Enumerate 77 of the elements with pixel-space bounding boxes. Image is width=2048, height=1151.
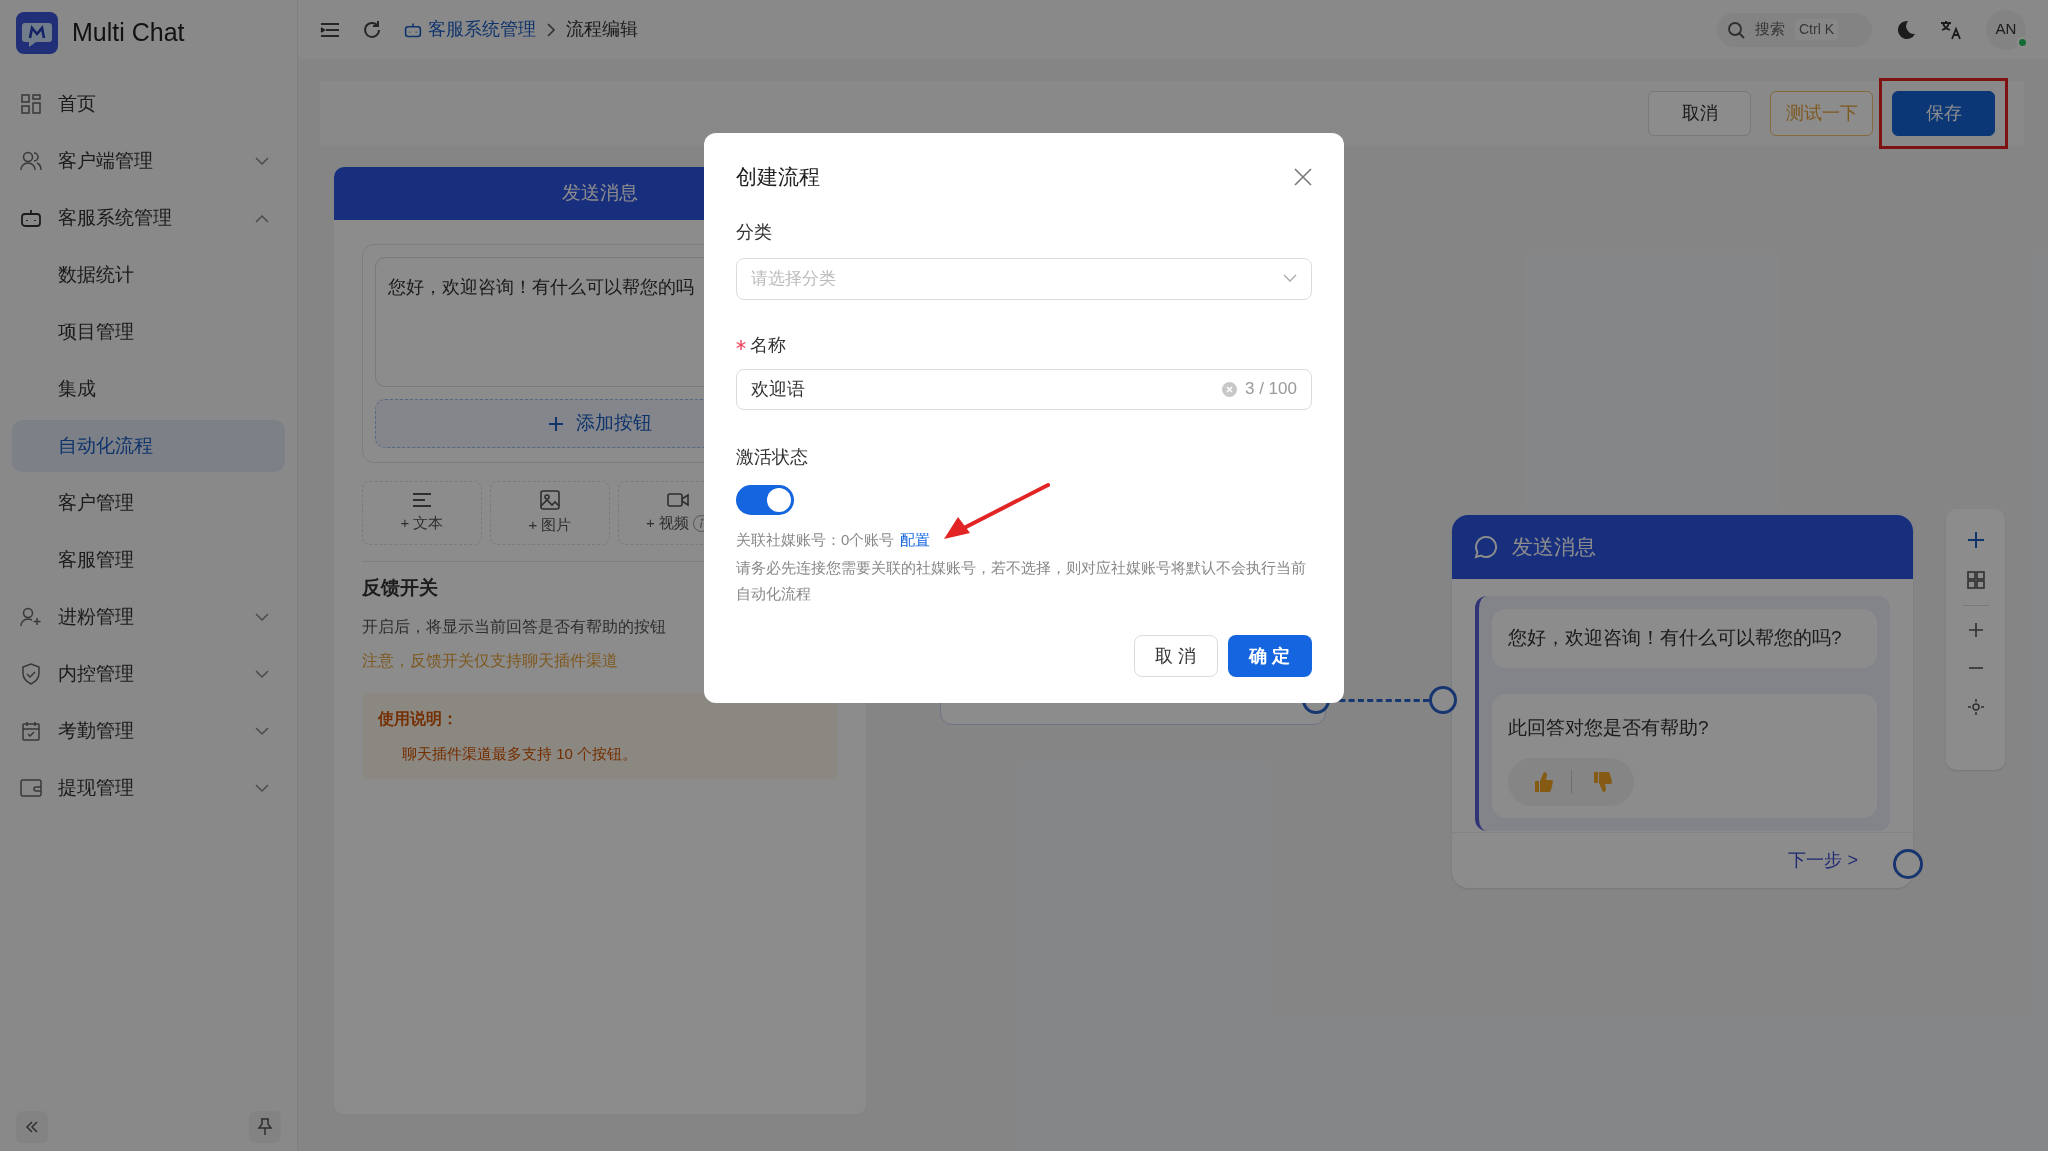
grid-icon[interactable] — [1966, 571, 1985, 589]
search-field[interactable]: 搜索 Ctrl K — [1717, 12, 1872, 47]
refresh-icon[interactable] — [362, 19, 382, 40]
char-count: 3 / 100 — [1245, 378, 1297, 401]
connector-handle[interactable] — [1893, 849, 1923, 879]
locate-icon[interactable] — [1966, 698, 1985, 716]
grid-icon — [21, 94, 41, 114]
user-plus-icon — [20, 607, 42, 627]
chevron-down-icon — [1283, 274, 1297, 283]
toggle-switch[interactable] — [736, 484, 794, 515]
sidebar-item[interactable]: 提现管理 — [12, 762, 285, 814]
sidebar-subitem[interactable]: 集成 — [12, 363, 285, 415]
moon-icon[interactable] — [1896, 19, 1916, 40]
image-icon — [540, 489, 560, 510]
connector-handle[interactable] — [1429, 686, 1457, 714]
collapse-button[interactable] — [16, 1111, 48, 1143]
note-text: 聊天插件渠道最多支持 10 个按钮。 — [401, 743, 639, 764]
sidebar-item[interactable]: 客服系统管理 — [12, 192, 285, 244]
cancel-button[interactable]: 取消 — [1648, 91, 1751, 136]
sidebar-subitem[interactable]: 客服管理 — [12, 534, 285, 586]
close-icon[interactable] — [1294, 167, 1312, 186]
config-link[interactable]: 配置 — [900, 528, 931, 551]
field-label: 激活状态 — [736, 445, 809, 469]
media-button[interactable]: + 文本 — [362, 481, 482, 545]
pin-icon — [257, 1118, 273, 1136]
video-camera-icon — [667, 491, 689, 508]
node-title: 发送消息 — [1512, 534, 1596, 561]
sidebar-item[interactable]: 进粉管理 — [12, 591, 285, 643]
dialog-title: 创建流程 — [736, 164, 820, 190]
message-bubble: 您好，欢迎咨询！有什么可以帮您的吗? — [1492, 609, 1877, 668]
field-label: 分类 — [736, 220, 773, 244]
breadcrumb-item[interactable]: 客服系统管理 — [404, 16, 536, 43]
sidebar-subitem[interactable]: 项目管理 — [12, 306, 285, 358]
shield-icon — [21, 663, 41, 685]
sidebar-subitem[interactable]: 数据统计 — [12, 249, 285, 301]
confirm-button[interactable]: 确 定 — [1228, 635, 1312, 677]
user-avatar[interactable]: AN — [1986, 9, 2026, 50]
pin-button[interactable] — [249, 1111, 281, 1143]
required-icon — [736, 340, 746, 350]
users-icon — [20, 151, 42, 171]
robot-icon — [404, 20, 422, 39]
sidebar-item[interactable]: 首页 — [12, 78, 285, 130]
add-node-icon[interactable] — [1966, 531, 1985, 549]
search-icon — [1727, 20, 1745, 39]
cancel-button[interactable]: 取 消 — [1134, 635, 1218, 677]
lines-icon — [412, 491, 432, 508]
description-text: 开启后，将显示当前回答是否有帮助的按钮 — [362, 616, 666, 637]
double-chevron-icon — [24, 1119, 40, 1135]
note-title: 使用说明： — [378, 708, 459, 729]
plus-icon — [548, 415, 564, 432]
shortcut-key: Ctrl K — [1795, 19, 1838, 40]
question-text: 此回答对您是否有帮助? — [1508, 715, 1710, 740]
chevron-right-icon — [546, 22, 556, 37]
app-name: Multi Chat — [72, 17, 185, 49]
sidebar-item[interactable]: 内控管理 — [12, 648, 285, 700]
field-label: 名称 — [750, 333, 786, 357]
breadcrumb-item: 流程编辑 — [566, 18, 638, 41]
robot-icon — [20, 208, 42, 228]
name-field[interactable]: 欢迎语 3 / 100 — [736, 368, 1312, 410]
save-button[interactable]: 保存 — [1892, 91, 1995, 136]
sidebar-subitem[interactable]: 客户管理 — [12, 477, 285, 529]
calendar-icon — [21, 721, 41, 741]
sidebar-item[interactable]: 考勤管理 — [12, 705, 285, 757]
sidebar-subitem[interactable]: 自动化流程 — [12, 420, 285, 472]
next-step-link[interactable]: 下一步 > — [1788, 847, 1858, 874]
section-title: 反馈开关 — [362, 576, 438, 600]
warning-text: 注意，反馈开关仅支持聊天插件渠道 — [362, 650, 618, 671]
menu-icon[interactable] — [320, 21, 340, 38]
hint-text: 关联社媒账号：0个账号 — [736, 529, 895, 550]
wallet-icon — [20, 778, 42, 798]
media-button[interactable]: + 图片 — [490, 481, 610, 545]
chat-bubble-icon — [1474, 535, 1498, 559]
sidebar-item[interactable]: 客户端管理 — [12, 135, 285, 187]
hint-text: 请务必先连接您需要关联的社媒账号，若不选择，则对应社媒账号将默认不会执行当前自动化流程 — [736, 558, 1307, 604]
app-logo — [16, 12, 58, 54]
zoom-in-icon[interactable] — [1967, 622, 1984, 638]
translate-icon[interactable] — [1940, 18, 1962, 41]
